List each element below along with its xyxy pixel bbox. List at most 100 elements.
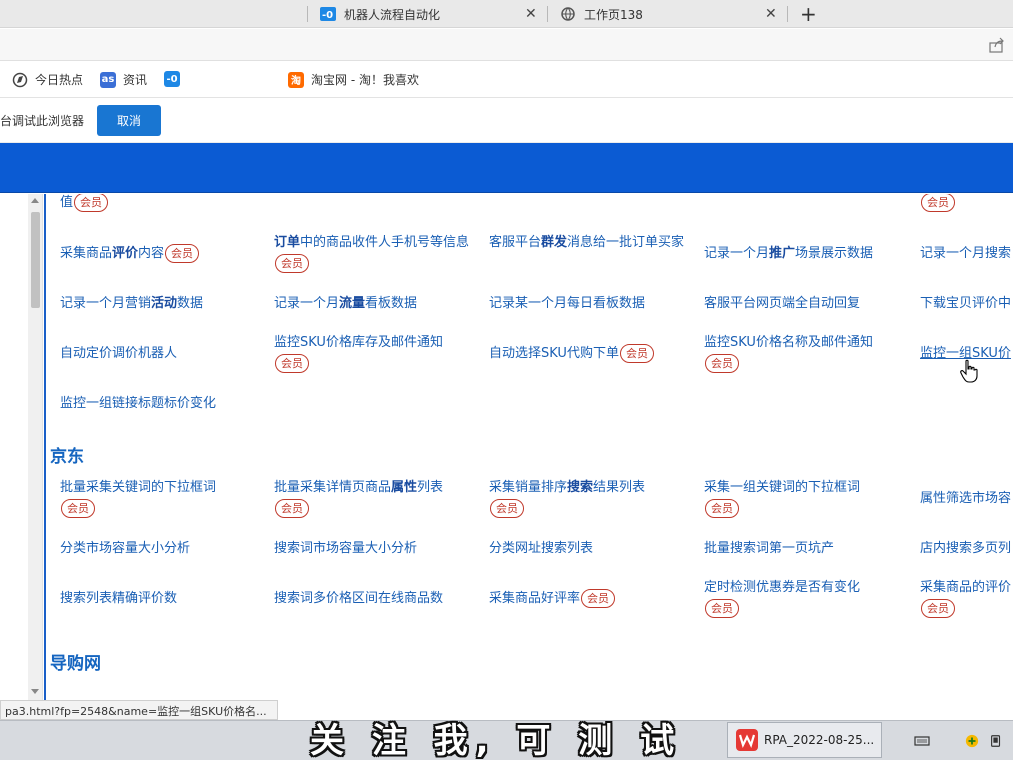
keyboard-icon[interactable] [914,734,930,748]
link-text: 记录一个月搜索 [920,246,1012,261]
share-icon[interactable] [989,37,1005,53]
list-item[interactable]: 采集销量排序搜索结果列表会员 [489,477,689,519]
close-tab-icon[interactable]: ✕ [525,6,537,22]
link-text: 客服平台群发消息给一批订单买家 [489,235,685,250]
cancel-button[interactable]: 取消 [97,105,161,136]
list-item[interactable]: 记录一个月搜索 [920,243,1011,264]
new-tab-button[interactable]: + [800,2,817,26]
list-item[interactable]: 属性筛选市场容 [920,488,1011,509]
section-title-daogou: 导购网 [50,654,101,674]
list-item[interactable]: 店内搜索多页列 [920,538,1011,559]
link-text: 客服平台网页端全自动回复 [704,296,861,311]
list-item[interactable]: 客服平台网页端全自动回复 [704,293,860,314]
list-item[interactable]: 分类网址搜索列表 [489,538,593,559]
tab-workpage[interactable]: 工作页138 ✕ [560,0,788,28]
bookmark-hot-news[interactable]: 今日热点 [12,71,83,88]
tab-title: 工作页138 [584,7,643,22]
bookmark-label: 淘宝网 - 淘！我喜欢 [311,73,419,87]
list-item[interactable]: 记录一个月营销活动数据 [60,293,203,314]
list-item[interactable]: 搜索词多价格区间在线商品数 [274,588,443,609]
scroll-down-icon[interactable] [31,689,39,694]
member-badge: 会员 [921,599,955,618]
list-item[interactable]: 会员 [920,194,955,213]
link-text: 采集商品评价内容 [60,246,165,261]
list-item[interactable]: 订单中的商品收件人手机号等信息会员 [274,232,474,274]
bookmark-label: 今日热点 [35,73,84,87]
close-tab-icon[interactable]: ✕ [765,6,777,22]
list-item[interactable]: 下载宝贝评价中 [920,293,1011,314]
link-text: 记录一个月推广场景展示数据 [704,246,874,261]
link-text: 搜索列表精确评价数 [60,591,178,606]
debug-info-text: 台调试此浏览器 [0,114,85,128]
bookmark-rpa[interactable]: -0 [164,71,187,87]
device-icon[interactable] [988,734,1004,748]
bookmarks-bar: 今日热点 as 资讯 -0 淘 淘宝网 - 淘！我喜欢 [0,62,1013,98]
list-item[interactable]: 客服平台群发消息给一批订单买家 [489,232,689,253]
list-item[interactable]: 记录某一个月每日看板数据 [489,293,645,314]
globe-icon [560,6,576,22]
hand-cursor-icon [960,359,978,383]
list-item[interactable]: 搜索列表精确评价数 [60,588,177,609]
link-text: 记录某一个月每日看板数据 [489,296,646,311]
member-badge: 会员 [705,354,739,373]
link-text: 定时检测优惠券是否有变化 [704,580,861,595]
link-text: 分类市场容量大小分析 [60,541,191,556]
site-header [0,143,1013,193]
bookmark-news[interactable]: as 资讯 [100,71,147,88]
list-item[interactable]: 采集一组关键词的下拉框词 会员 [704,477,904,519]
link-text: 属性筛选市场容 [920,491,1012,506]
link-text: 记录一个月营销活动数据 [60,296,204,311]
link-text: 批量搜索词第一页坑产 [704,541,835,556]
taskbar-item-wps[interactable]: RPA_2022-08-25... [727,722,882,758]
list-item[interactable]: 自动定价调价机器人 [60,343,177,364]
member-badge: 会员 [921,194,955,212]
list-item[interactable]: 自动选择SKU代购下单 会员 [489,343,654,364]
list-item[interactable]: 记录一个月流量看板数据 [274,293,417,314]
member-badge: 会员 [275,499,309,518]
rpa-logo-icon: -0 [320,6,336,22]
list-item[interactable]: 监控SKU价格库存及邮件通知会员 [274,332,474,374]
vertical-scrollbar[interactable] [28,194,43,700]
link-text: 采集一组关键词的下拉框词 [704,480,861,495]
bookmark-label: 资讯 [123,73,148,87]
list-item[interactable]: 批量搜索词第一页坑产 [704,538,834,559]
section-title-jd: 京东 [50,447,84,467]
tab-rpa[interactable]: -0 机器人流程自动化 ✕ [320,0,548,28]
link-text: 自动选择SKU代购下单 [489,346,619,361]
member-badge: 会员 [275,354,309,373]
scrollbar-thumb[interactable] [31,212,40,308]
link-text: 下载宝贝评价中 [920,296,1012,311]
list-item[interactable]: 采集商品评价内容 会员 [60,243,200,264]
tab-title: 机器人流程自动化 [344,7,441,22]
hot-news-icon [12,72,28,88]
list-item[interactable]: 定时检测优惠券是否有变化会员 [704,577,904,619]
list-item[interactable]: 批量采集关键词的下拉框词 会员 [60,477,260,519]
link-text: 采集销量排序搜索结果列表 [489,480,646,495]
member-badge: 会员 [74,194,109,212]
list-item[interactable]: 监控SKU价格名称及邮件通知 会员 [704,332,904,374]
member-badge: 会员 [581,589,616,608]
list-item[interactable]: 采集商品好评率 会员 [489,588,616,609]
news-icon: as [100,71,116,88]
list-item[interactable]: 监控一组链接标题标价变化 [60,393,216,414]
member-badge: 会员 [490,499,524,518]
tab-bar: -0 机器人流程自动化 ✕ 工作页138 ✕ + [0,0,1013,28]
list-item[interactable]: 值会员 [60,194,109,213]
list-item[interactable]: 分类市场容量大小分析 [60,538,190,559]
address-bar[interactable] [0,29,1013,61]
tab-separator [307,6,308,22]
member-badge: 会员 [705,599,739,618]
bookmark-taobao[interactable]: 淘 淘宝网 - 淘！我喜欢 [288,71,419,88]
link-text: 采集商品好评率 [489,591,581,606]
list-item[interactable]: 批量采集详情页商品属性列表 会员 [274,477,474,519]
link-text: 监控一组链接标题标价变化 [60,396,217,411]
add-circle-icon[interactable] [964,734,980,748]
tab-separator [547,6,548,22]
scroll-up-icon[interactable] [31,198,39,203]
link-text: 监控SKU价格库存及邮件通知 [274,335,443,350]
list-item[interactable]: 记录一个月推广场景展示数据 [704,243,873,264]
list-item[interactable]: 搜索词市场容量大小分析 [274,538,417,559]
link-text: 值 [60,195,74,210]
link-text: 采集商品的评价 [920,580,1012,595]
list-item[interactable]: 采集商品的评价 会员 [920,577,1013,619]
